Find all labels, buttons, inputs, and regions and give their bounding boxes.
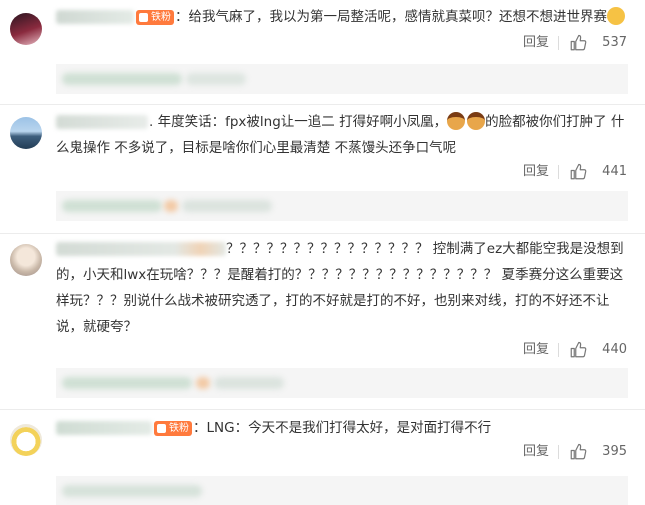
username-blurred[interactable] — [56, 115, 148, 129]
divider — [558, 343, 559, 357]
avatar[interactable] — [10, 424, 42, 456]
sub-reply-preview[interactable] — [56, 476, 628, 505]
fan-badge: 铁粉 — [154, 420, 192, 436]
like-count: 537 — [602, 35, 627, 50]
thumbs-up-icon[interactable] — [569, 163, 587, 181]
like-count: 440 — [602, 342, 627, 357]
comment-text: . 年度笑话：fpx被lng让一追二 打得好啊小凤凰， 的脸都被你们打肿了 什么鬼… — [56, 112, 625, 156]
comment-text: 铁粉 ：给我气麻了，我以为第一局整活呢，感情就真菜呗？还想不想进世界赛 — [56, 4, 628, 30]
comment-actions: 回复 537 — [427, 33, 627, 53]
comment-actions: 回复 440 — [427, 340, 627, 360]
comment-body: LNG：今天不是我们打得太好，是对面打得不行 — [206, 420, 492, 436]
like-count: 395 — [602, 444, 627, 459]
flushed-face-emoji-icon — [607, 7, 625, 25]
fan-badge: 铁粉 — [136, 9, 174, 25]
comment-text: ？？？？？？？？？？？？？？？ 控制满了ez大都能空我是没想到的，小天和lwx在… — [56, 236, 628, 340]
username-blurred[interactable] — [56, 242, 226, 256]
reply-button[interactable]: 回复 — [523, 162, 549, 182]
thumbs-up-icon[interactable] — [569, 34, 587, 52]
comment-text: 铁粉 ：LNG：今天不是我们打得太好，是对面打得不行 — [56, 415, 628, 441]
divider — [558, 445, 559, 459]
thumbs-up-icon[interactable] — [569, 443, 587, 461]
avatar[interactable] — [10, 244, 42, 276]
avatar[interactable] — [10, 117, 42, 149]
divider — [558, 165, 559, 179]
reply-button[interactable]: 回复 — [523, 33, 549, 53]
reply-button[interactable]: 回复 — [523, 442, 549, 462]
comment-body: 年度笑话：fpx被lng让一追二 打得好啊小凤凰， — [157, 114, 448, 130]
sub-reply-preview[interactable] — [56, 64, 628, 94]
avatar[interactable] — [10, 13, 42, 45]
thumbs-up-icon[interactable] — [569, 341, 587, 359]
like-count: 441 — [602, 164, 627, 179]
woman-emoji-icon — [467, 112, 486, 130]
sub-reply-preview[interactable] — [56, 191, 628, 221]
divider — [558, 36, 559, 50]
comment-actions: 回复 441 — [427, 162, 627, 182]
comment-body: 给我气麻了，我以为第一局整活呢，感情就真菜呗？还想不想进世界赛 — [188, 9, 608, 25]
comment-actions: 回复 395 — [427, 442, 627, 462]
username-blurred[interactable] — [56, 421, 152, 435]
woman-emoji-icon — [447, 112, 466, 130]
username-blurred[interactable] — [56, 10, 134, 24]
sub-reply-preview[interactable] — [56, 368, 628, 398]
reply-button[interactable]: 回复 — [523, 340, 549, 360]
